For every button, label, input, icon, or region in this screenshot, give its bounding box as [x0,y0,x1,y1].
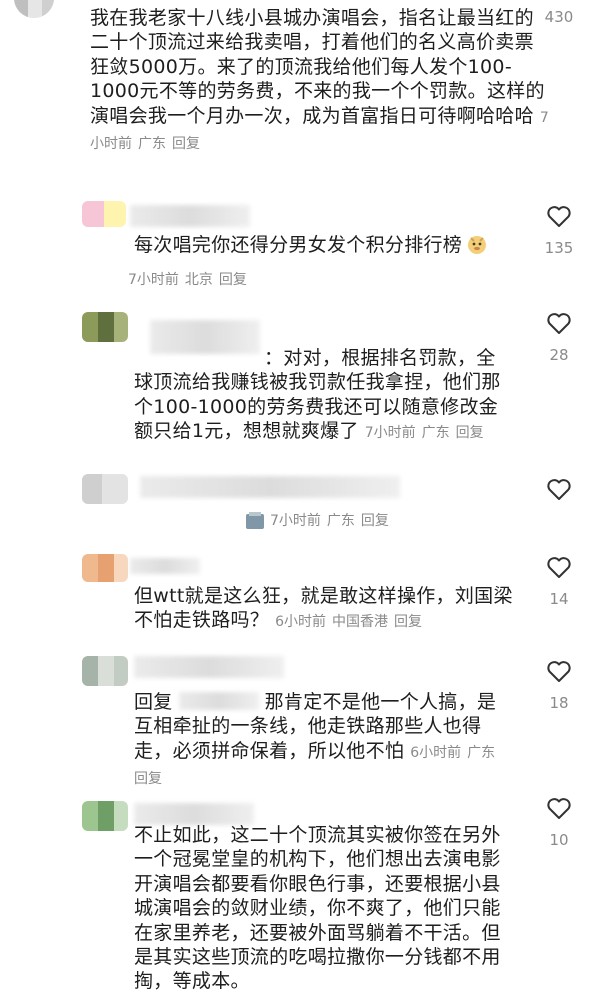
comment-4: 7小时前 广东 回复 [0,470,600,545]
avatar[interactable] [82,201,126,227]
comment-time: 6小时前 [410,744,462,761]
comment-meta: 6小时前 中国香港 回复 [275,614,428,630]
comment-body: 每次唱完你还得分男女发个积分排行榜 [134,234,463,256]
like-counter: 430 [534,8,584,26]
username-blurred [130,205,250,227]
reply-button[interactable]: 回复 [134,771,162,787]
comment-location: 广东 [467,744,496,761]
username-blurred [130,558,200,574]
comment-2: 每次唱完你还得分男女发个积分排行榜 7小时前 北京 回复 135 [0,195,600,303]
comment-3: ：对对，根据排名罚款，全球顶流给我赚钱被我罚款任我拿捏，他们那个100-1000… [0,306,600,466]
comment-5: 但wtt就是这么狂，就是敢这样操作，刘国梁不怕走铁路吗？ 6小时前 中国香港 回复 1… [0,550,600,645]
image-placeholder-icon [244,510,266,532]
reply-button[interactable]: 回复 [456,425,484,441]
username-blurred [134,656,284,678]
comment-location: 广东 [421,425,450,442]
comment-text: 不止如此，这二十个顶流其实被你签在另外一个冠冕堂皇的机构下，他们想出去演电影开演… [134,823,514,994]
comment-1: 我在我老家十八线小县城办演唱会，指名让最当红的二十个顶流过来给我卖唱，打着他们的… [0,0,600,190]
mention-blurred [178,692,259,710]
reply-prefix: 回复 [134,691,173,713]
heart-outline-icon[interactable] [546,206,572,233]
comment-time: 6小时前 [275,614,327,631]
comment-meta: 7小时前 广东 回复 [270,510,395,530]
reply-button[interactable]: 回复 [172,136,200,152]
comment-text: 我在我老家十八线小县城办演唱会，指名让最当红的二十个顶流过来给我卖唱，打着他们的… [90,6,550,156]
comment-text: 回复 那肯定不是他一个人搞，是互相牵扯的一条线，他走铁路那些人也得走，必须拼命保着… [134,690,514,792]
like-control[interactable]: 135 [534,205,584,257]
username-blurred [140,476,400,498]
comment-meta: 7小时前 北京 回复 [128,269,253,289]
comment-time: 7小时前 [128,272,179,288]
comment-location: 广东 [326,513,355,529]
avatar[interactable] [82,474,128,504]
like-count: 135 [544,239,574,257]
comment-text: 但wtt就是这么狂，就是敢这样操作，刘国梁不怕走铁路吗？ 6小时前 中国香港 回复 [134,584,514,635]
heart-outline-icon[interactable] [546,798,572,825]
like-control[interactable]: 14 [534,556,584,608]
comment-location: 北京 [184,272,213,288]
avatar[interactable] [14,0,54,18]
like-count: 430 [544,8,574,26]
heart-outline-icon[interactable] [546,557,572,584]
comment-body: 我在我老家十八线小县城办演唱会，指名让最当红的二十个顶流过来给我卖唱，打着他们的… [90,7,545,127]
heart-outline-icon[interactable] [546,313,572,340]
heart-outline-icon[interactable] [546,661,572,688]
doge-emoji-icon [468,236,487,254]
comment-body-tail: 等成本。 [172,970,250,993]
reply-button[interactable]: 回复 [219,272,247,288]
like-count: 28 [549,346,569,364]
comment-text: 每次唱完你还得分男女发个积分排行榜 [134,233,514,257]
comment-location: 中国香港 [332,614,389,631]
like-count: 18 [549,694,569,712]
comment-time: 7小时前 [270,513,321,529]
avatar[interactable] [82,801,128,831]
avatar[interactable] [82,554,128,582]
like-control[interactable]: 18 [534,660,584,712]
comment-6: 回复 那肯定不是他一个人搞，是互相牵扯的一条线，他走铁路那些人也得走，必须拼命保着… [0,650,600,787]
comment-time: 7小时前 [364,425,416,442]
comment-meta: 7小时前 广东 回复 [365,425,490,441]
avatar[interactable] [82,312,128,342]
comment-location: 广东 [138,136,166,153]
comment-text: ：对对，根据排名罚款，全球顶流给我赚钱被我罚款任我拿捏，他们那个100-1000… [134,346,514,446]
avatar[interactable] [82,656,128,686]
username-blurred [134,803,254,825]
like-control[interactable]: 28 [534,312,584,364]
comment-7: 不止如此，这二十个顶流其实被你签在另外一个冠冕堂皇的机构下，他们想出去演电影开演… [0,795,600,1004]
heart-outline-icon[interactable] [546,479,572,506]
reply-button[interactable]: 回复 [394,614,422,630]
comment-body: 不止如此，这二十个顶流其实被你签在另外一个冠冕堂皇的机构下，他们想出去演电影开演… [134,824,501,993]
reply-button[interactable]: 回复 [361,513,389,529]
like-count: 14 [549,590,569,608]
like-control[interactable]: 10 [534,797,584,849]
like-control[interactable] [534,478,584,506]
like-count: 10 [549,831,569,849]
